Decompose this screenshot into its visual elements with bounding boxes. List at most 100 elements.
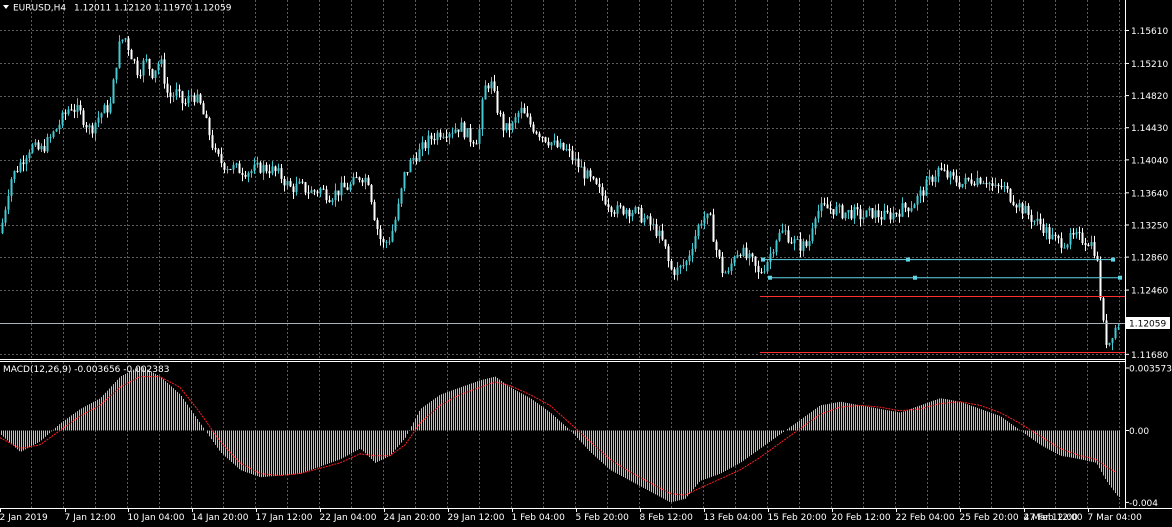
- candle-body: [1018, 203, 1021, 208]
- candle-body: [1084, 243, 1087, 246]
- candle-body: [685, 261, 688, 266]
- macd-header: MACD(12,26,9) -0.003656 -0.002383: [3, 365, 169, 375]
- candle-body: [646, 216, 649, 219]
- candle-body: [802, 241, 805, 251]
- candle-body: [196, 94, 199, 103]
- candle-body: [139, 75, 142, 77]
- candle-body: [847, 210, 850, 213]
- candle-body: [670, 261, 673, 270]
- candle-body: [730, 263, 733, 271]
- candle-body: [118, 41, 121, 68]
- candle-body: [1042, 224, 1045, 233]
- candle-body: [316, 191, 319, 193]
- candle-body: [973, 183, 976, 186]
- candle-body: [253, 164, 256, 172]
- candle-body: [364, 177, 367, 183]
- candle-body: [838, 205, 841, 207]
- candle-body: [61, 112, 64, 125]
- trend-line-anchor: [761, 257, 765, 262]
- candle-body: [355, 177, 358, 179]
- candle-body: [706, 213, 709, 219]
- candle-body: [1099, 260, 1102, 299]
- candle-body: [136, 60, 139, 76]
- candle-body: [406, 172, 409, 174]
- candle-body: [19, 162, 22, 172]
- candle-body: [679, 265, 682, 268]
- candle-body: [325, 189, 328, 201]
- terminal-chart-window[interactable]: 1.15610 1.15210 1.14820 1.14430 1.14040 1.136…: [0, 0, 1172, 527]
- candle-body: [553, 140, 556, 143]
- candle-body: [1006, 186, 1009, 189]
- candle-body: [967, 177, 970, 180]
- candle-body: [286, 180, 289, 186]
- chart-canvas[interactable]: 1.15610 1.15210 1.14820 1.14430 1.14040 1.136…: [0, 0, 1172, 527]
- candle-body: [628, 209, 631, 217]
- candle-body: [892, 213, 895, 220]
- candle-body: [520, 107, 523, 113]
- candle-body: [283, 178, 286, 186]
- candle-body: [733, 257, 736, 264]
- candle-body: [478, 129, 481, 144]
- candle-body: [889, 212, 892, 220]
- candle-body: [865, 210, 868, 218]
- candle-body: [361, 179, 364, 183]
- trend-line-anchor: [1118, 275, 1122, 280]
- chart-background: [0, 0, 1172, 527]
- candle-body: [205, 114, 208, 118]
- candle-body: [1003, 186, 1006, 188]
- candle-body: [715, 241, 718, 251]
- candle-body: [337, 190, 340, 196]
- candle-body: [712, 214, 715, 242]
- candle-body: [124, 38, 127, 40]
- candle-body: [427, 135, 430, 149]
- candle-body: [514, 117, 517, 123]
- candle-body: [637, 207, 640, 209]
- candle-body: [829, 208, 832, 210]
- candle-body: [256, 162, 259, 165]
- candle-body: [1108, 342, 1111, 345]
- candle-body: [826, 204, 829, 209]
- candle-body: [151, 69, 154, 79]
- candle-body: [925, 179, 928, 196]
- candle-body: [1024, 205, 1027, 214]
- candle-body: [760, 272, 763, 274]
- candle-body: [568, 148, 571, 151]
- trend-line-anchor: [768, 275, 772, 280]
- candle-body: [142, 60, 145, 76]
- candle-body: [313, 190, 316, 192]
- candle-body: [931, 176, 934, 182]
- time-tick-label: 7 Jan 12:00: [65, 513, 117, 523]
- candle-body: [91, 125, 94, 134]
- candle-body: [766, 261, 769, 272]
- candle-body: [415, 158, 418, 162]
- candle-body: [841, 205, 844, 219]
- candle-body: [781, 230, 784, 233]
- candle-body: [241, 173, 244, 175]
- candle-body: [937, 168, 940, 177]
- candle-body: [367, 177, 370, 186]
- candle-body: [454, 129, 457, 133]
- candle-body: [499, 112, 502, 114]
- candle-body: [280, 168, 283, 179]
- candle-body: [34, 142, 37, 146]
- candle-body: [820, 203, 823, 211]
- candle-body: [904, 203, 907, 208]
- candle-body: [658, 230, 661, 237]
- candle-body: [538, 133, 541, 138]
- candle-body: [985, 183, 988, 185]
- candle-body: [418, 149, 421, 162]
- candle-body: [1012, 201, 1015, 206]
- candle-body: [58, 124, 61, 130]
- candle-body: [724, 272, 727, 274]
- price-tick-label: 1.13250: [1131, 221, 1168, 231]
- candle-body: [622, 206, 625, 215]
- candle-body: [754, 256, 757, 266]
- candle-body: [46, 137, 49, 152]
- candle-body: [880, 217, 883, 220]
- candle-body: [484, 85, 487, 100]
- candle-body: [589, 170, 592, 177]
- candle-body: [673, 269, 676, 276]
- candle-body: [412, 158, 415, 161]
- candle-body: [97, 117, 100, 123]
- ohlc-values: 1.12011 1.12120 1.11970 1.12059: [74, 4, 232, 14]
